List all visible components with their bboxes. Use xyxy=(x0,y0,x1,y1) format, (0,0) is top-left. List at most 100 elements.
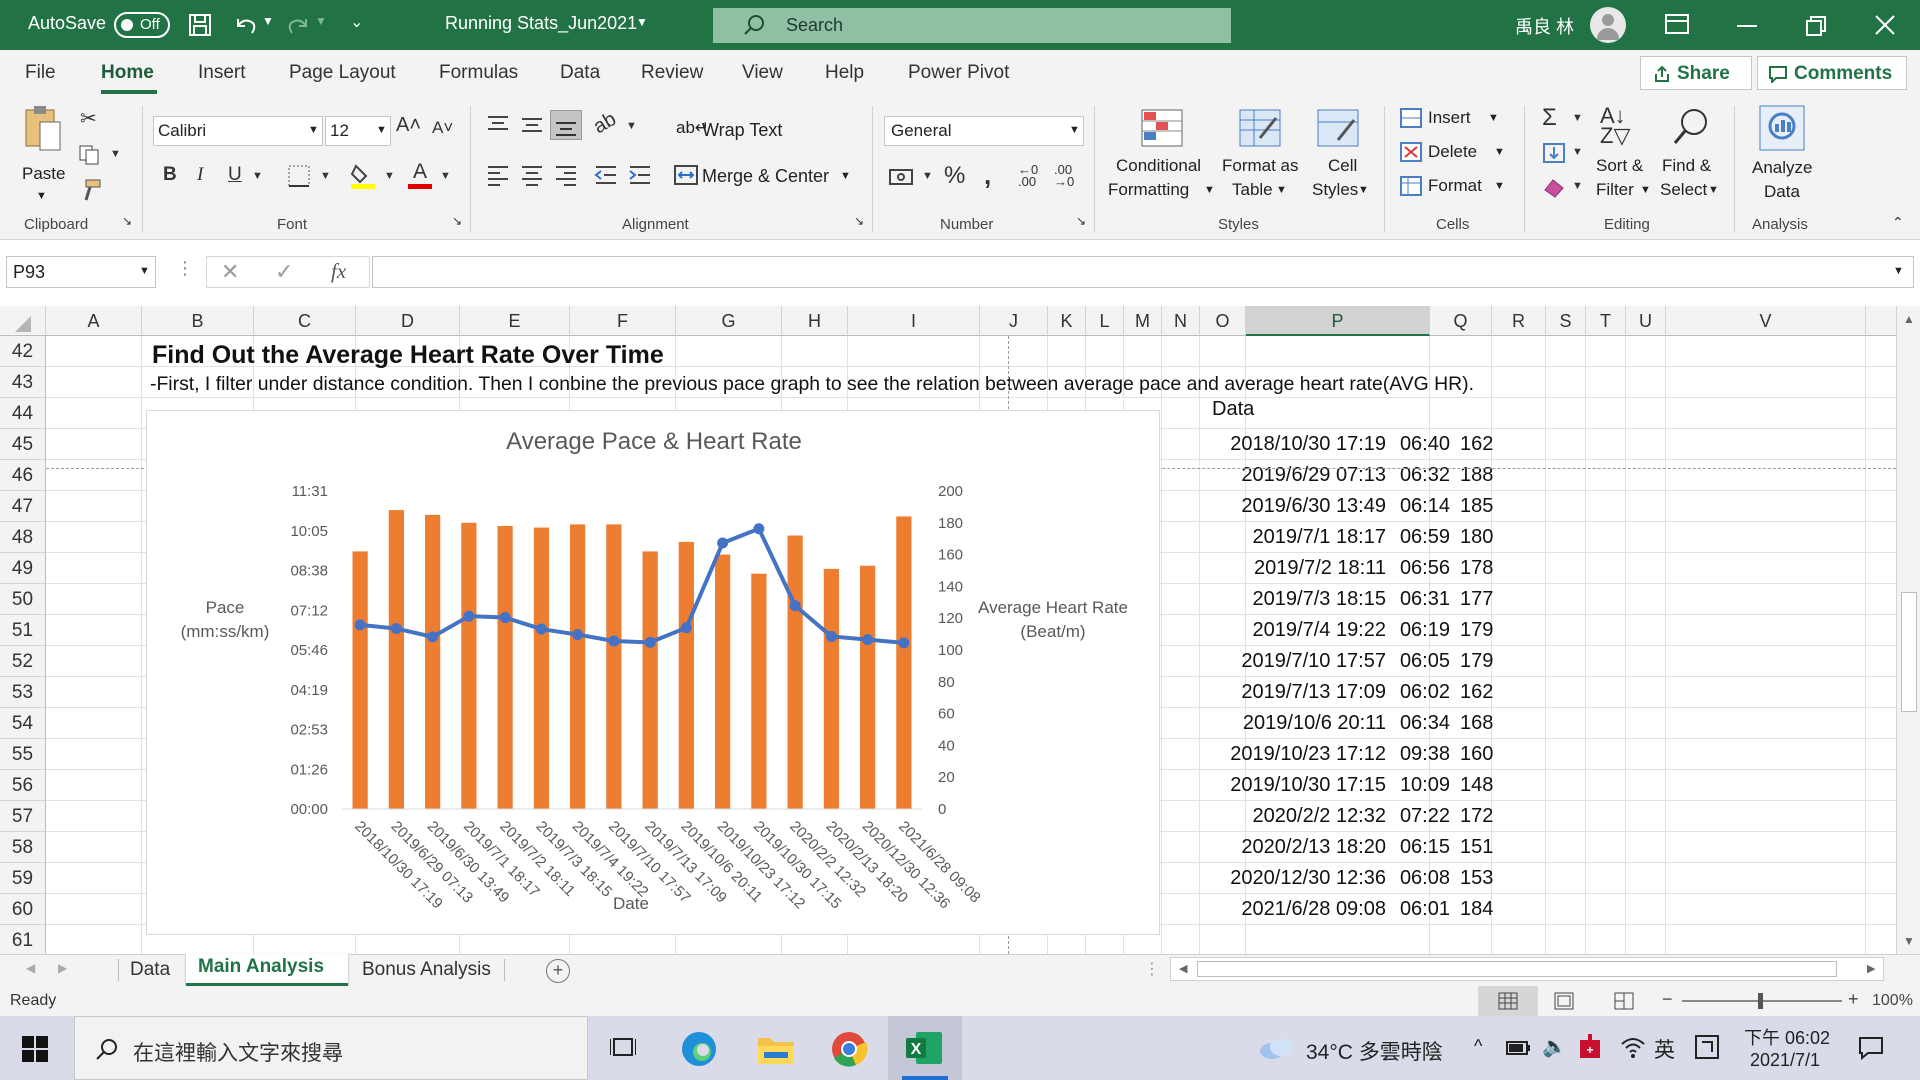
cell-date[interactable]: 2019/10/23 17:12 xyxy=(1230,739,1386,770)
clock-date[interactable]: 2021/7/1 xyxy=(1750,1050,1820,1071)
cell-heart-rate[interactable]: 180 xyxy=(1460,522,1493,553)
excel-taskbar-button[interactable]: X xyxy=(888,1016,962,1080)
cell-date[interactable]: 2019/6/30 13:49 xyxy=(1241,491,1386,522)
row-header-51[interactable]: 51 xyxy=(0,615,46,646)
cell-styles-button[interactable]: Cell Styles ▼ xyxy=(1306,108,1376,208)
column-header-k[interactable]: K xyxy=(1048,306,1086,336)
enter-icon[interactable]: ✓ xyxy=(275,259,293,285)
ribbon-display-icon[interactable] xyxy=(1665,14,1689,36)
volume-icon[interactable]: 🔈 xyxy=(1542,1034,1567,1059)
row-header-52[interactable]: 52 xyxy=(0,646,46,677)
share-button[interactable]: Share xyxy=(1640,56,1752,90)
column-header-q[interactable]: Q xyxy=(1430,306,1492,336)
increase-decimal-icon[interactable]: ←0.00 xyxy=(1018,163,1038,188)
cell-pace[interactable]: 06:34 xyxy=(1400,708,1450,739)
cell-date[interactable]: 2021/6/28 09:08 xyxy=(1241,894,1386,925)
data-label[interactable]: Data xyxy=(1212,394,1254,425)
cell-date[interactable]: 2019/7/3 18:15 xyxy=(1253,584,1386,615)
font-color-icon[interactable]: A xyxy=(408,160,434,190)
cell-heart-rate[interactable]: 185 xyxy=(1460,491,1493,522)
h-scroll-thumb[interactable] xyxy=(1197,961,1837,977)
column-header-f[interactable]: F xyxy=(570,306,676,336)
row-header-50[interactable]: 50 xyxy=(0,584,46,615)
autosum-icon[interactable]: Σ xyxy=(1542,104,1557,132)
zoom-thumb[interactable] xyxy=(1758,993,1763,1009)
horizontal-scrollbar[interactable]: ◀ ▶ xyxy=(1170,957,1884,981)
row-header-60[interactable]: 60 xyxy=(0,894,46,925)
search-box[interactable]: Search xyxy=(713,8,1231,43)
cell-heart-rate[interactable]: 162 xyxy=(1460,677,1493,708)
tab-insert[interactable]: Insert xyxy=(198,62,246,84)
cell-heart-rate[interactable]: 153 xyxy=(1460,863,1493,894)
undo-icon[interactable] xyxy=(232,13,258,37)
wifi-icon[interactable] xyxy=(1620,1036,1646,1058)
accounting-format-icon[interactable] xyxy=(888,166,914,190)
cell-pace[interactable]: 09:38 xyxy=(1400,739,1450,770)
column-header-n[interactable]: N xyxy=(1162,306,1200,336)
title-dropdown-icon[interactable]: ▼ xyxy=(636,15,648,29)
ime-indicator[interactable]: 英 xyxy=(1654,1034,1675,1064)
cell-heart-rate[interactable]: 162 xyxy=(1460,429,1493,460)
ime-mode-icon[interactable] xyxy=(1694,1034,1720,1060)
cell-date[interactable]: 2018/10/30 17:19 xyxy=(1230,429,1386,460)
align-top-icon[interactable] xyxy=(486,114,510,136)
next-sheet-icon[interactable]: ▶ xyxy=(58,961,67,975)
autosave-toggle[interactable]: Off xyxy=(114,12,170,38)
cell-pace[interactable]: 06:40 xyxy=(1400,429,1450,460)
comments-button[interactable]: Comments xyxy=(1757,56,1907,90)
scroll-up-icon[interactable]: ▲ xyxy=(1903,312,1915,326)
cell-pace[interactable]: 06:19 xyxy=(1400,615,1450,646)
column-header-a[interactable]: A xyxy=(46,306,142,336)
row-header-44[interactable]: 44 xyxy=(0,398,46,429)
chrome-icon[interactable] xyxy=(830,1030,868,1068)
scroll-left-icon[interactable]: ◀ xyxy=(1179,962,1187,975)
align-middle-icon[interactable] xyxy=(520,114,544,136)
cell-heart-rate[interactable]: 179 xyxy=(1460,615,1493,646)
cell-heart-rate[interactable]: 172 xyxy=(1460,801,1493,832)
shrink-font-icon[interactable]: A˅ xyxy=(432,118,453,138)
row-header-49[interactable]: 49 xyxy=(0,553,46,584)
sort-filter-button[interactable]: A↓ Z▽ Sort & Filter ▼ xyxy=(1592,105,1656,206)
cell-heart-rate[interactable]: 188 xyxy=(1460,460,1493,491)
cell-heart-rate[interactable]: 178 xyxy=(1460,553,1493,584)
decrease-decimal-icon[interactable]: .00 →0 xyxy=(1054,163,1074,188)
save-icon[interactable] xyxy=(188,13,212,37)
number-launcher-icon[interactable]: ↘ xyxy=(1076,214,1086,228)
cut-icon[interactable]: ✂ xyxy=(80,106,97,131)
analyze-data-button[interactable]: Analyze Data xyxy=(1748,104,1818,204)
align-center-icon[interactable] xyxy=(520,164,544,186)
scroll-right-icon[interactable]: ▶ xyxy=(1867,962,1875,975)
cell-date[interactable]: 2020/12/30 12:36 xyxy=(1230,863,1386,894)
row-header-53[interactable]: 53 xyxy=(0,677,46,708)
redo-icon[interactable] xyxy=(286,13,312,37)
increase-indent-icon[interactable] xyxy=(628,164,652,186)
row-header-42[interactable]: 42 xyxy=(0,336,46,367)
column-header-j[interactable]: J xyxy=(980,306,1048,336)
column-header-v[interactable]: V xyxy=(1666,306,1866,336)
select-all-corner[interactable] xyxy=(0,306,46,336)
add-sheet-icon[interactable]: + xyxy=(546,959,570,983)
column-header-u[interactable]: U xyxy=(1626,306,1666,336)
cell-pace[interactable]: 06:02 xyxy=(1400,677,1450,708)
minimize-icon[interactable] xyxy=(1737,24,1757,28)
conditional-formatting-button[interactable]: Conditional Formatting ▼ xyxy=(1108,108,1218,208)
font-color-dropdown-icon[interactable]: ▼ xyxy=(440,170,451,182)
comma-style-icon[interactable]: , xyxy=(984,160,991,191)
cell-pace[interactable]: 06:56 xyxy=(1400,553,1450,584)
tab-home[interactable]: Home xyxy=(101,62,154,84)
cell-date[interactable]: 2020/2/13 18:20 xyxy=(1241,832,1386,863)
copy-icon[interactable] xyxy=(78,144,100,166)
clear-icon[interactable] xyxy=(1542,176,1566,198)
font-size-select[interactable]: 12 ▼ xyxy=(325,116,391,146)
page-break-view-icon[interactable] xyxy=(1614,992,1634,1010)
expand-formula-icon[interactable]: ▼ xyxy=(1893,265,1904,277)
bold-icon[interactable]: B xyxy=(163,164,177,186)
row-header-59[interactable]: 59 xyxy=(0,863,46,894)
row-header-58[interactable]: 58 xyxy=(0,832,46,863)
tab-review[interactable]: Review xyxy=(641,62,703,84)
zoom-slider[interactable] xyxy=(1682,993,1842,1009)
row-header-45[interactable]: 45 xyxy=(0,429,46,460)
fill-color-icon[interactable] xyxy=(350,162,376,190)
column-header-b[interactable]: B xyxy=(142,306,254,336)
sheet-tab-main-analysis[interactable]: Main Analysis xyxy=(186,954,348,986)
